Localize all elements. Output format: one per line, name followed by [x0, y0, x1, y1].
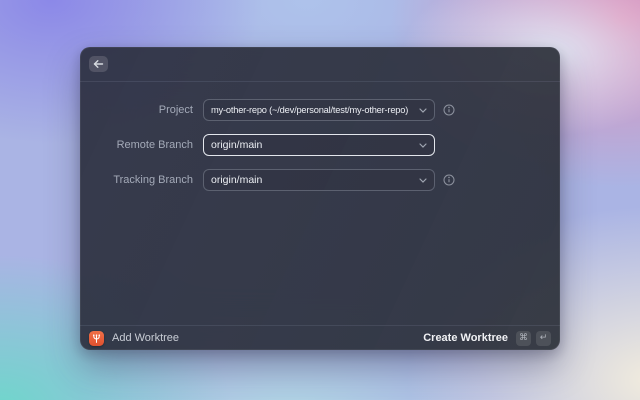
add-worktree-dialog: Project my-other-repo (~/dev/personal/te… — [80, 47, 560, 350]
back-button[interactable] — [89, 56, 108, 72]
project-select-value: my-other-repo (~/dev/personal/test/my-ot… — [211, 105, 409, 115]
project-label: Project — [158, 104, 193, 116]
footer-title: Add Worktree — [112, 332, 180, 344]
form-row-tracking-branch: Tracking Branch origin/main — [80, 169, 560, 191]
remote-branch-select[interactable]: origin/main — [203, 134, 435, 156]
project-select[interactable]: my-other-repo (~/dev/personal/test/my-ot… — [203, 99, 435, 121]
chevron-down-icon — [419, 142, 427, 148]
create-worktree-label: Create Worktree — [423, 332, 508, 344]
dialog-header — [80, 47, 560, 82]
tracking-branch-label: Tracking Branch — [113, 174, 193, 186]
form-row-project: Project my-other-repo (~/dev/personal/te… — [80, 99, 560, 121]
tracking-branch-select-value: origin/main — [211, 174, 263, 186]
create-worktree-button[interactable]: Create Worktree ⌘ ↵ — [423, 330, 551, 346]
chevron-down-icon — [419, 107, 427, 113]
project-info-icon[interactable] — [443, 104, 455, 116]
chevron-down-icon — [419, 177, 427, 183]
dialog-footer: Add Worktree Create Worktree ⌘ ↵ — [80, 325, 560, 350]
remote-branch-label: Remote Branch — [116, 139, 193, 151]
return-key-icon: ↵ — [536, 330, 551, 346]
dialog-body: Project my-other-repo (~/dev/personal/te… — [80, 82, 560, 191]
form-row-remote-branch: Remote Branch origin/main — [80, 134, 560, 156]
git-worktree-icon — [89, 330, 104, 346]
remote-branch-select-value: origin/main — [211, 139, 263, 151]
tracking-branch-select[interactable]: origin/main — [203, 169, 435, 191]
arrow-left-icon — [93, 59, 104, 69]
tracking-branch-info-icon[interactable] — [443, 174, 455, 186]
command-key-icon: ⌘ — [516, 330, 531, 346]
